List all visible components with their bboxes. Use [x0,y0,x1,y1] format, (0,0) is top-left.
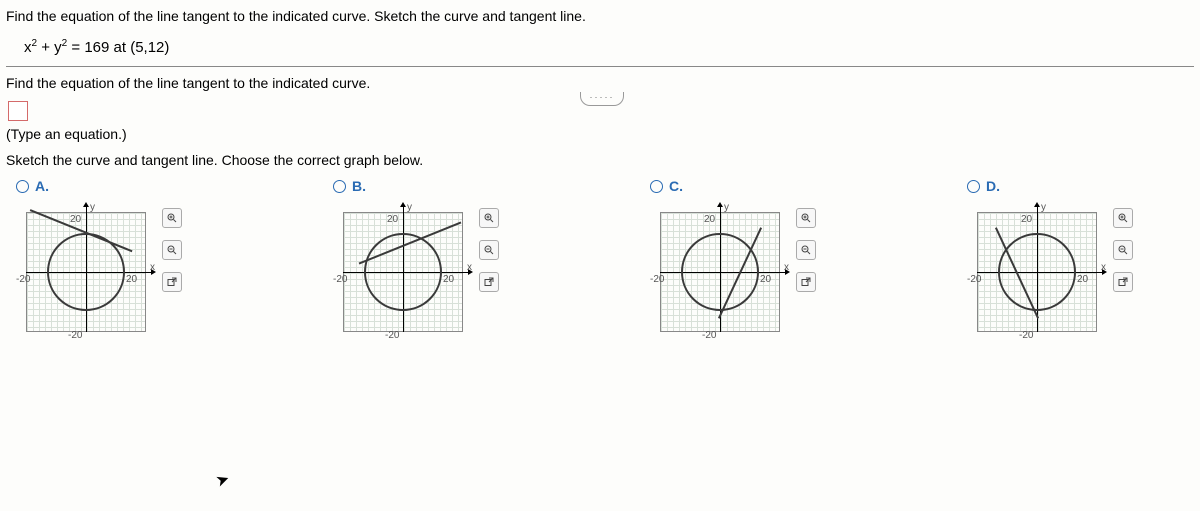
tangent-prompt: Find the equation of the line tangent to… [6,75,1194,91]
choice-c-label: C. [669,178,683,194]
zoom-out-icon[interactable] [479,240,499,260]
xmin-label: -20 [333,274,347,285]
sketch-prompt: Sketch the curve and tangent line. Choos… [6,152,1194,168]
ymax-label: 20 [704,214,715,225]
x-label: x [150,262,155,273]
radio-b[interactable] [333,180,346,193]
choice-b-label: B. [352,178,366,194]
xmax-label: 20 [126,274,137,285]
zoom-in-icon[interactable] [479,208,499,228]
choice-c: C. y x 20 -20 20 -20 [650,178,877,342]
ymin-label: -20 [385,330,399,341]
popout-icon[interactable] [162,272,182,292]
separator-handle[interactable]: ····· [580,92,624,106]
graph-c: y x 20 -20 20 -20 [650,202,790,342]
equation: x2 + y2 = 169 at (5,12) [6,34,1194,66]
radio-c[interactable] [650,180,663,193]
graph-a: y x 20 -20 20 -20 [16,202,156,342]
choice-d-label: D. [986,178,1000,194]
radio-d[interactable] [967,180,980,193]
y-label: y [407,202,412,213]
ymax-label: 20 [1021,214,1032,225]
ymax-label: 20 [387,214,398,225]
zoom-out-icon[interactable] [796,240,816,260]
ymin-label: -20 [702,330,716,341]
answer-input[interactable] [8,101,28,121]
graph-d: y x 20 -20 20 -20 [967,202,1107,342]
y-label: y [90,202,95,213]
popout-icon[interactable] [796,272,816,292]
y-label: y [724,202,729,213]
zoom-out-icon[interactable] [1113,240,1133,260]
xmin-label: -20 [650,274,664,285]
cursor-icon: ➤ [213,468,232,491]
xmin-label: -20 [16,274,30,285]
x-label: x [467,262,472,273]
choice-b: B. y x 20 -20 20 -20 [333,178,560,342]
x-label: x [1101,262,1106,273]
popout-icon[interactable] [1113,272,1133,292]
zoom-out-icon[interactable] [162,240,182,260]
popout-icon[interactable] [479,272,499,292]
separator [6,66,1194,67]
question-intro: Find the equation of the line tangent to… [6,8,1194,24]
choice-a: A. y x 20 -20 20 -20 [16,178,243,342]
answer-hint: (Type an equation.) [6,126,1194,142]
graph-b: y x 20 -20 20 -20 [333,202,473,342]
ymin-label: -20 [68,330,82,341]
ymin-label: -20 [1019,330,1033,341]
zoom-in-icon[interactable] [796,208,816,228]
xmax-label: 20 [1077,274,1088,285]
xmax-label: 20 [760,274,771,285]
zoom-in-icon[interactable] [162,208,182,228]
zoom-in-icon[interactable] [1113,208,1133,228]
choice-d: D. y x 20 -20 20 -20 [967,178,1194,342]
xmax-label: 20 [443,274,454,285]
y-label: y [1041,202,1046,213]
radio-a[interactable] [16,180,29,193]
ymax-label: 20 [70,214,81,225]
x-label: x [784,262,789,273]
xmin-label: -20 [967,274,981,285]
choice-a-label: A. [35,178,49,194]
